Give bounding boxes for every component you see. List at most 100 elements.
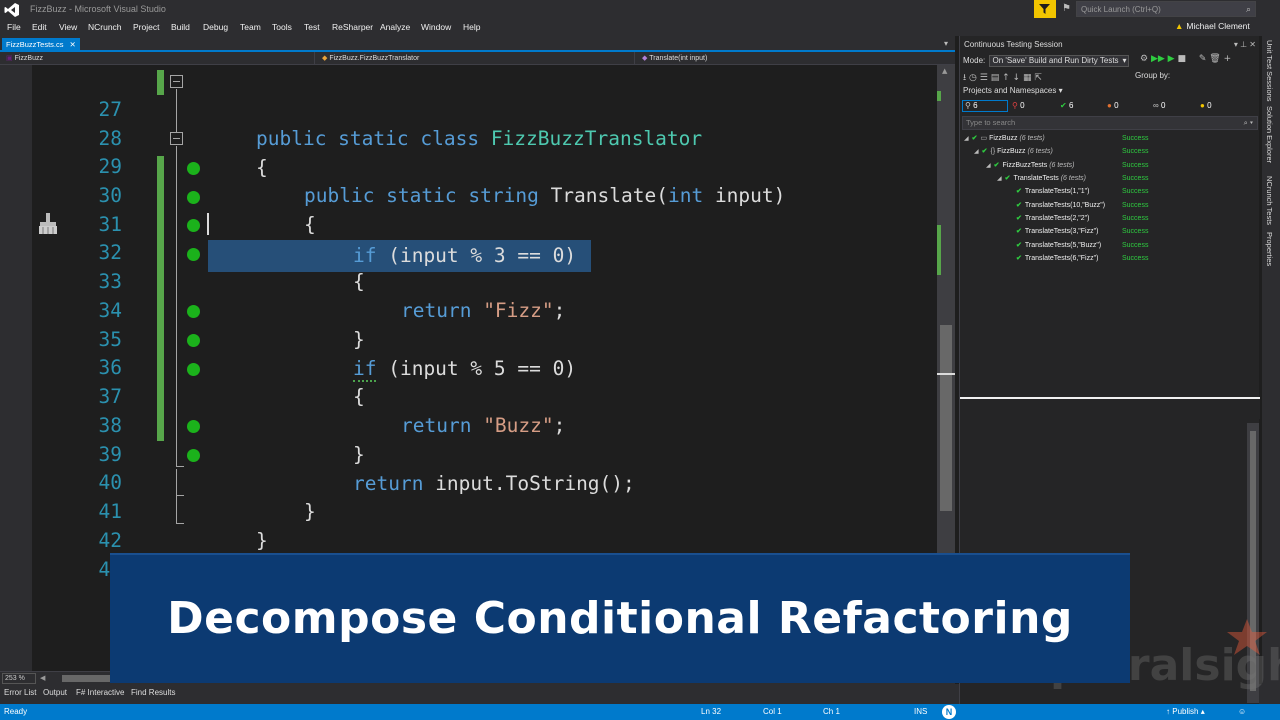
close-icon[interactable]: ✕: [1249, 40, 1256, 49]
mode-value: On 'Save' Build and Run Dirty Tests: [992, 56, 1119, 65]
feedback-flag-icon[interactable]: ⚑: [1062, 3, 1071, 14]
zoom-value: 253 %: [5, 675, 25, 682]
menu-edit[interactable]: Edit: [32, 22, 47, 32]
menu-file[interactable]: File: [7, 22, 21, 32]
ignored-icon: ●: [1107, 101, 1112, 110]
code-line: 40 }: [0, 440, 940, 523]
run-all-icon[interactable]: ▶▶: [1151, 54, 1165, 64]
publish-button[interactable]: ↑ Publish ▴: [1166, 707, 1205, 716]
scroll-up-icon[interactable]: ▲: [942, 67, 947, 75]
download-icon[interactable]: ⭳: [963, 73, 966, 83]
project-dropdown[interactable]: ▣ FizzBuzz: [6, 53, 43, 64]
pin-icon[interactable]: ⊥: [1240, 40, 1247, 49]
tab-properties[interactable]: Properties: [1265, 232, 1274, 266]
add-icon[interactable]: +: [1224, 54, 1232, 64]
tree-label: FizzBuzz: [989, 135, 1018, 142]
code-line: 36 {: [0, 325, 940, 408]
code-line: 37 return "Buzz";: [0, 354, 940, 437]
grouping-dropdown[interactable]: Projects and Namespaces ▾: [963, 86, 1063, 95]
search-icon: ⌕: [1245, 4, 1251, 14]
list-icon[interactable]: ☰: [980, 73, 988, 83]
tree-status: Success: [1122, 175, 1149, 182]
clean-icon[interactable]: ✎: [1199, 54, 1207, 64]
grid-icon[interactable]: ▤: [991, 73, 1000, 83]
user-name: Michael Clement: [1186, 21, 1250, 31]
tree-item-class[interactable]: ◢ ✔ FizzBuzzTests (6 tests): [986, 159, 1074, 172]
close-icon[interactable]: ✕: [70, 40, 76, 49]
tab-fizzbuzztests[interactable]: FizzBuzzTests.cs ✕: [2, 38, 80, 51]
export-icon[interactable]: ⇱: [1034, 73, 1042, 83]
zoom-level-dropdown[interactable]: 253 %: [2, 673, 36, 684]
menu-tools[interactable]: Tools: [272, 22, 292, 32]
tree-item-method-group[interactable]: ◢ ✔ TranslateTests (6 tests): [997, 172, 1086, 185]
filter-ignored[interactable]: ● 0: [1107, 101, 1119, 110]
user-account[interactable]: ▲ Michael Clement: [1175, 21, 1250, 31]
filter-passed[interactable]: ✔ 6: [1060, 101, 1073, 110]
filter-failed[interactable]: ⚲ 0: [1012, 101, 1025, 110]
change-marker: [937, 91, 941, 101]
notification-filter-button[interactable]: [1034, 0, 1056, 18]
tree-item-namespace[interactable]: ◢ ✔{} FizzBuzz (6 tests): [974, 145, 1053, 158]
menu-window[interactable]: Window: [421, 22, 451, 32]
menu-test[interactable]: Test: [304, 22, 320, 32]
menu-team[interactable]: Team: [240, 22, 261, 32]
tab-error-list[interactable]: Error List: [4, 688, 36, 697]
pluralsight-logo-icon: [1227, 619, 1267, 655]
quick-launch-input[interactable]: Quick Launch (Ctrl+Q) ⌕: [1076, 1, 1256, 17]
tree-item-test[interactable]: ✔ TranslateTests(10,"Buzz"): [1016, 199, 1105, 212]
arrow-down-icon[interactable]: ↓: [1013, 73, 1021, 83]
filter-all[interactable]: ⚲ 6: [965, 101, 978, 110]
tree-status: Success: [1122, 135, 1149, 142]
run-settings-icon[interactable]: ⚙: [1140, 54, 1148, 64]
tab-ncrunch-tests[interactable]: NCrunch Tests: [1265, 176, 1274, 225]
scroll-left-icon[interactable]: ◀: [40, 674, 45, 682]
tab-output[interactable]: Output: [43, 688, 67, 697]
code-line: 29 public static string Translate(int in…: [0, 124, 940, 207]
tree-status: Success: [1122, 188, 1149, 195]
tab-fsharp-interactive[interactable]: F# Interactive: [76, 688, 124, 697]
search-icon: ⌕ ▾: [1243, 118, 1253, 127]
menu-view[interactable]: View: [59, 22, 77, 32]
menu-analyze[interactable]: Analyze: [380, 22, 410, 32]
ncrunch-status-icon[interactable]: N: [942, 705, 956, 719]
tree-item-solution[interactable]: ◢ ✔ ▭ FizzBuzz (6 tests): [964, 132, 1045, 145]
feedback-icon[interactable]: ☺: [1238, 707, 1246, 716]
arrow-up-icon[interactable]: ↑: [1002, 73, 1010, 83]
banner-title: Decompose Conditional Refactoring: [167, 593, 1073, 644]
member-dropdown[interactable]: ◆ Translate(int input): [642, 53, 707, 64]
layout-icon[interactable]: ▦: [1023, 73, 1032, 83]
menu-ncrunch[interactable]: NCrunch: [88, 22, 122, 32]
test-search-input[interactable]: Type to search ⌕ ▾: [962, 116, 1258, 130]
menu-resharper[interactable]: ReSharper: [332, 22, 373, 32]
run-icon[interactable]: ▶: [1168, 54, 1175, 64]
filter-pending[interactable]: ∞ 0: [1153, 101, 1165, 110]
delete-icon[interactable]: 🗑: [1209, 54, 1220, 64]
passed-icon: ✔: [1060, 101, 1067, 110]
tab-find-results[interactable]: Find Results: [131, 688, 175, 697]
tree-label: TranslateTests: [1013, 175, 1059, 182]
mode-dropdown[interactable]: On 'Save' Build and Run Dirty Tests ▾: [989, 55, 1130, 67]
stop-icon[interactable]: ■: [1177, 54, 1186, 64]
tab-solution-explorer[interactable]: Solution Explorer: [1265, 106, 1274, 163]
menu-debug[interactable]: Debug: [203, 22, 228, 32]
tree-item-test[interactable]: ✔ TranslateTests(3,"Fizz"): [1016, 225, 1098, 238]
class-dropdown[interactable]: ◆ FizzBuzz.FizzBuzzTranslator: [322, 53, 419, 64]
tree-item-test[interactable]: ✔ TranslateTests(5,"Buzz"): [1016, 239, 1101, 252]
tree-item-test[interactable]: ✔ TranslateTests(6,"Fizz"): [1016, 252, 1098, 265]
menu-project[interactable]: Project: [133, 22, 159, 32]
test-output-pane: [960, 399, 1260, 419]
tree-item-test[interactable]: ✔ TranslateTests(1,"1"): [1016, 185, 1090, 198]
filter-warnings[interactable]: ● 0: [1200, 101, 1212, 110]
chevron-down-icon[interactable]: ▾: [944, 39, 948, 48]
horizontal-scrollbar-thumb[interactable]: [62, 675, 114, 682]
menu-build[interactable]: Build: [171, 22, 190, 32]
status-ready: Ready: [4, 707, 28, 716]
clock-icon[interactable]: ◷: [969, 73, 977, 83]
tree-item-test[interactable]: ✔ TranslateTests(2,"2"): [1016, 212, 1090, 225]
scrollbar-thumb[interactable]: [940, 325, 952, 511]
tab-unit-test-sessions[interactable]: Unit Test Sessions: [1265, 40, 1274, 102]
chevron-down-icon: ▾: [1058, 86, 1063, 95]
panel-header: Continuous Testing Session ▾ ⊥ ✕: [960, 38, 1260, 52]
menu-help[interactable]: Help: [463, 22, 480, 32]
chevron-down-icon[interactable]: ▾: [1234, 40, 1238, 49]
